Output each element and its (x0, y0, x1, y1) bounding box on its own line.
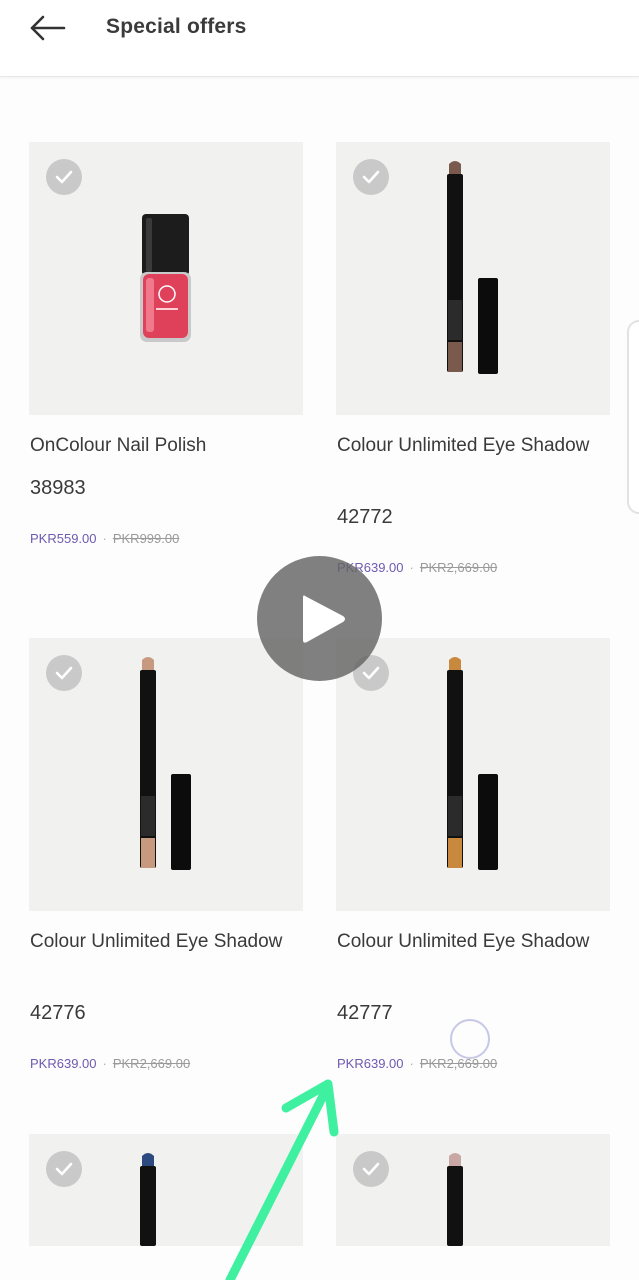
product-card[interactable] (29, 1134, 303, 1246)
play-icon (303, 595, 345, 643)
check-icon (55, 666, 73, 680)
app-header: Special offers (0, 0, 639, 77)
product-name[interactable]: OnColour Nail Polish (30, 432, 300, 460)
sale-price: PKR639.00 (30, 1056, 97, 1071)
price-separator: · (409, 1056, 414, 1071)
check-icon (362, 666, 380, 680)
eye-shadow-stick-image (447, 1153, 463, 1246)
product-image[interactable] (336, 142, 610, 415)
price-row: PKR639.00 · PKR2,669.00 (30, 1056, 190, 1071)
select-checkbox[interactable] (353, 1151, 389, 1187)
select-checkbox[interactable] (353, 159, 389, 195)
check-icon (55, 170, 73, 184)
play-button[interactable] (257, 556, 382, 681)
product-image[interactable] (336, 638, 610, 911)
eye-shadow-stick-image (447, 161, 498, 374)
eye-shadow-stick-image (140, 657, 191, 870)
sale-price: PKR639.00 (337, 1056, 404, 1071)
product-name[interactable]: Colour Unlimited Eye Shadow (30, 928, 300, 956)
back-button[interactable] (26, 12, 70, 44)
check-icon (362, 1162, 380, 1176)
original-price: PKR2,669.00 (112, 1056, 191, 1071)
price-separator: · (102, 1056, 107, 1071)
product-image[interactable] (29, 1134, 303, 1246)
page-title: Special offers (106, 15, 247, 38)
product-code: 42777 (337, 1002, 393, 1024)
original-price: PKR2,669.00 (419, 1056, 498, 1071)
check-icon (362, 170, 380, 184)
product-code: 42772 (337, 506, 393, 528)
eye-shadow-stick-image (447, 657, 498, 870)
select-checkbox[interactable] (46, 655, 82, 691)
product-code: 38983 (30, 477, 86, 499)
select-checkbox[interactable] (46, 1151, 82, 1187)
price-separator: · (102, 531, 107, 546)
nail-polish-image (140, 214, 191, 342)
product-image[interactable] (29, 142, 303, 415)
product-image[interactable] (29, 638, 303, 911)
product-image[interactable] (336, 1134, 610, 1246)
original-price: PKR999.00 (112, 531, 180, 546)
arrow-left-icon (30, 15, 66, 41)
check-icon (55, 1162, 73, 1176)
product-card[interactable]: Colour Unlimited Eye Shadow 42776 PKR639… (29, 638, 303, 1071)
product-card[interactable]: OnColour Nail Polish 38983 PKR559.00 · PKR… (29, 142, 303, 546)
scroll-handle[interactable] (627, 320, 639, 514)
price-separator: · (409, 560, 414, 575)
touch-indicator (450, 1019, 490, 1059)
select-checkbox[interactable] (46, 159, 82, 195)
product-card[interactable] (336, 1134, 610, 1246)
original-price: PKR2,669.00 (419, 560, 498, 575)
price-row: PKR559.00 · PKR999.00 (30, 531, 179, 546)
sale-price: PKR559.00 (30, 531, 97, 546)
eye-shadow-stick-image (140, 1153, 156, 1246)
product-name[interactable]: Colour Unlimited Eye Shadow (337, 928, 607, 956)
product-card[interactable]: Colour Unlimited Eye Shadow 42772 PKR639… (336, 142, 610, 575)
product-code: 42776 (30, 1002, 86, 1024)
product-card[interactable]: Colour Unlimited Eye Shadow 42777 PKR639… (336, 638, 610, 1071)
product-name[interactable]: Colour Unlimited Eye Shadow (337, 432, 607, 460)
